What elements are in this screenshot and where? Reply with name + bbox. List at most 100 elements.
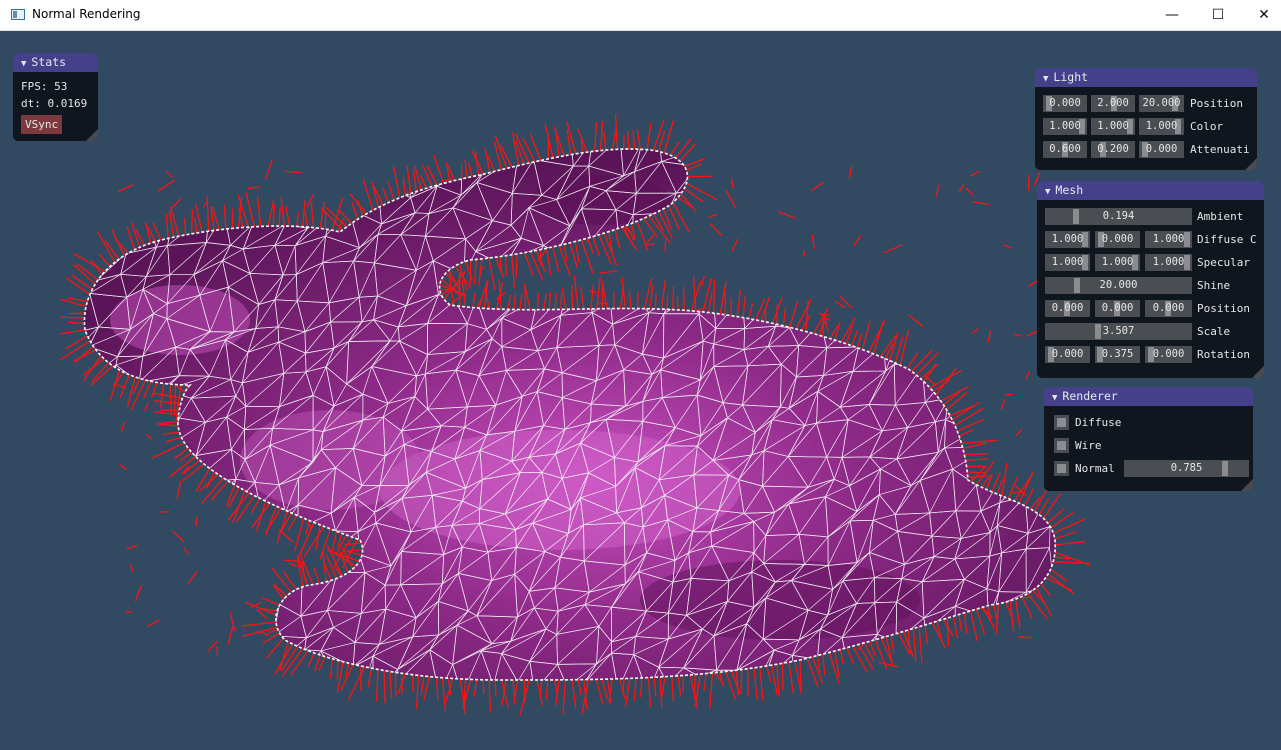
mesh-specular-g[interactable]: 1.000 bbox=[1095, 254, 1140, 271]
resize-grip[interactable] bbox=[1241, 479, 1253, 491]
light-position-x[interactable]: 0.000 bbox=[1043, 95, 1087, 112]
wireframe-edge bbox=[144, 194, 185, 216]
wireframe-edge bbox=[87, 598, 131, 640]
mesh-diffuse-b[interactable]: 1.000 bbox=[1145, 231, 1192, 248]
wireframe-edge bbox=[840, 303, 880, 328]
wireframe-edge bbox=[696, 149, 727, 176]
render-viewport[interactable]: ▼ Stats FPS: 53 dt: 0.0169 VSync ▼ Light 0… bbox=[0, 31, 1281, 750]
wireframe-edge bbox=[949, 625, 982, 669]
normal-vector bbox=[183, 547, 189, 555]
mesh-rotation-x[interactable]: 0.000 bbox=[1045, 346, 1090, 363]
wireframe-edge bbox=[166, 628, 209, 663]
light-attenuation-constant[interactable]: 0.600 bbox=[1043, 141, 1087, 158]
wireframe-edge bbox=[195, 156, 226, 201]
mesh-scale-slider[interactable]: 3.507 bbox=[1045, 323, 1192, 340]
vsync-button[interactable]: VSync bbox=[21, 115, 63, 134]
light-position-y[interactable]: 2.000 bbox=[1091, 95, 1135, 112]
collapse-arrow-icon[interactable]: ▼ bbox=[1045, 187, 1050, 197]
wireframe-edge bbox=[995, 657, 1042, 681]
normal-vector bbox=[662, 120, 674, 157]
resize-grip[interactable] bbox=[86, 129, 98, 141]
light-position-z[interactable]: 20.000 bbox=[1139, 95, 1184, 112]
wireframe-edge bbox=[848, 186, 882, 216]
resize-grip[interactable] bbox=[1245, 158, 1257, 170]
light-color-r[interactable]: 1.000 bbox=[1043, 118, 1087, 135]
mesh-ambient-slider[interactable]: 0.194 bbox=[1045, 208, 1192, 225]
mesh-position-z[interactable]: 0.000 bbox=[1145, 300, 1192, 317]
collapse-arrow-icon[interactable]: ▼ bbox=[1052, 393, 1057, 403]
mesh-specular-b[interactable]: 1.000 bbox=[1145, 254, 1192, 271]
renderer-panel[interactable]: ▼ Renderer Diffuse Wire Normal 0.785 bbox=[1044, 387, 1253, 491]
light-attenuation-quadratic[interactable]: 0.000 bbox=[1139, 141, 1184, 158]
resize-grip[interactable] bbox=[1252, 366, 1264, 378]
light-panel[interactable]: ▼ Light 0.000 2.000 20.000 Position 1.000… bbox=[1035, 68, 1257, 170]
wireframe-edge bbox=[114, 189, 149, 229]
renderer-panel-header[interactable]: ▼ Renderer bbox=[1044, 387, 1253, 406]
mesh-specular-label: Specular bbox=[1197, 256, 1250, 269]
normal-vector bbox=[487, 253, 496, 290]
light-color-b[interactable]: 1.000 bbox=[1139, 118, 1184, 135]
mesh-rotation-z[interactable]: 0.000 bbox=[1145, 346, 1192, 363]
mesh-specular-r[interactable]: 1.000 bbox=[1045, 254, 1090, 271]
normal-vector bbox=[731, 238, 739, 252]
mesh-position-label: Position bbox=[1197, 302, 1250, 315]
close-button[interactable]: ✕ bbox=[1241, 0, 1281, 31]
collapse-arrow-icon[interactable]: ▼ bbox=[1043, 74, 1048, 84]
wireframe-edge bbox=[142, 548, 183, 586]
normal-vector bbox=[488, 675, 492, 713]
wireframe-edge bbox=[946, 207, 989, 253]
normal-length-slider[interactable]: 0.785 bbox=[1124, 460, 1249, 477]
mesh-position-y[interactable]: 0.000 bbox=[1095, 300, 1140, 317]
wireframe-edge bbox=[820, 149, 856, 162]
normal-vector bbox=[958, 184, 965, 193]
wireframe-edge bbox=[984, 339, 1017, 381]
wire-checkbox[interactable] bbox=[1054, 438, 1069, 453]
normal-vector bbox=[151, 440, 189, 459]
mesh-shine-slider[interactable]: 20.000 bbox=[1045, 277, 1192, 294]
mesh-panel[interactable]: ▼ Mesh 0.194 Ambient 1.000 0.000 1.000 Di… bbox=[1037, 181, 1264, 378]
normal-vector bbox=[383, 666, 386, 704]
wireframe-edge bbox=[329, 149, 359, 173]
wireframe-edge bbox=[718, 250, 753, 269]
minimize-button[interactable]: — bbox=[1149, 0, 1195, 31]
normal-vector bbox=[284, 170, 302, 174]
stats-panel-header[interactable]: ▼ Stats bbox=[13, 53, 98, 72]
wireframe-edge bbox=[438, 149, 471, 174]
normal-vector bbox=[579, 235, 594, 274]
light-panel-header[interactable]: ▼ Light bbox=[1035, 68, 1257, 87]
light-attenuation-linear[interactable]: 0.200 bbox=[1091, 141, 1135, 158]
light-color-g[interactable]: 1.000 bbox=[1091, 118, 1135, 135]
normal-vector bbox=[787, 300, 799, 332]
mesh-panel-header[interactable]: ▼ Mesh bbox=[1037, 181, 1264, 200]
mesh-position-x[interactable]: 0.000 bbox=[1045, 300, 1090, 317]
maximize-button[interactable]: ☐ bbox=[1195, 0, 1241, 31]
mesh-diffuse-g[interactable]: 0.000 bbox=[1095, 231, 1140, 248]
wireframe-edge bbox=[242, 650, 287, 681]
normal-vector bbox=[109, 365, 122, 401]
mesh-diffuse-r[interactable]: 1.000 bbox=[1045, 231, 1090, 248]
wireframe-edge bbox=[945, 161, 989, 200]
normal-vector bbox=[511, 132, 521, 170]
normal-vector bbox=[1000, 399, 1006, 411]
wireframe-edge bbox=[768, 194, 809, 229]
wireframe-edge bbox=[529, 263, 570, 301]
wireframe-edge bbox=[918, 347, 955, 377]
collapse-arrow-icon[interactable]: ▼ bbox=[21, 59, 26, 69]
mesh-scale-label: Scale bbox=[1197, 325, 1231, 338]
normal-vector bbox=[710, 223, 722, 236]
wireframe-edge bbox=[206, 604, 232, 641]
normal-vector bbox=[709, 668, 714, 709]
normal-vector bbox=[849, 166, 853, 179]
wireframe-edge bbox=[820, 158, 854, 197]
wireframe-edge bbox=[943, 149, 989, 177]
diffuse-checkbox[interactable] bbox=[1054, 415, 1069, 430]
mesh-rotation-y[interactable]: 0.375 bbox=[1095, 346, 1140, 363]
normal-vector bbox=[853, 235, 862, 247]
normal-vector bbox=[701, 275, 705, 287]
normal-checkbox[interactable] bbox=[1054, 461, 1069, 476]
normal-vector bbox=[752, 663, 758, 700]
normal-vector bbox=[708, 214, 718, 218]
wireframe-edge bbox=[744, 223, 770, 251]
stats-panel[interactable]: ▼ Stats FPS: 53 dt: 0.0169 VSync bbox=[13, 53, 98, 141]
normal-vector bbox=[73, 264, 99, 288]
